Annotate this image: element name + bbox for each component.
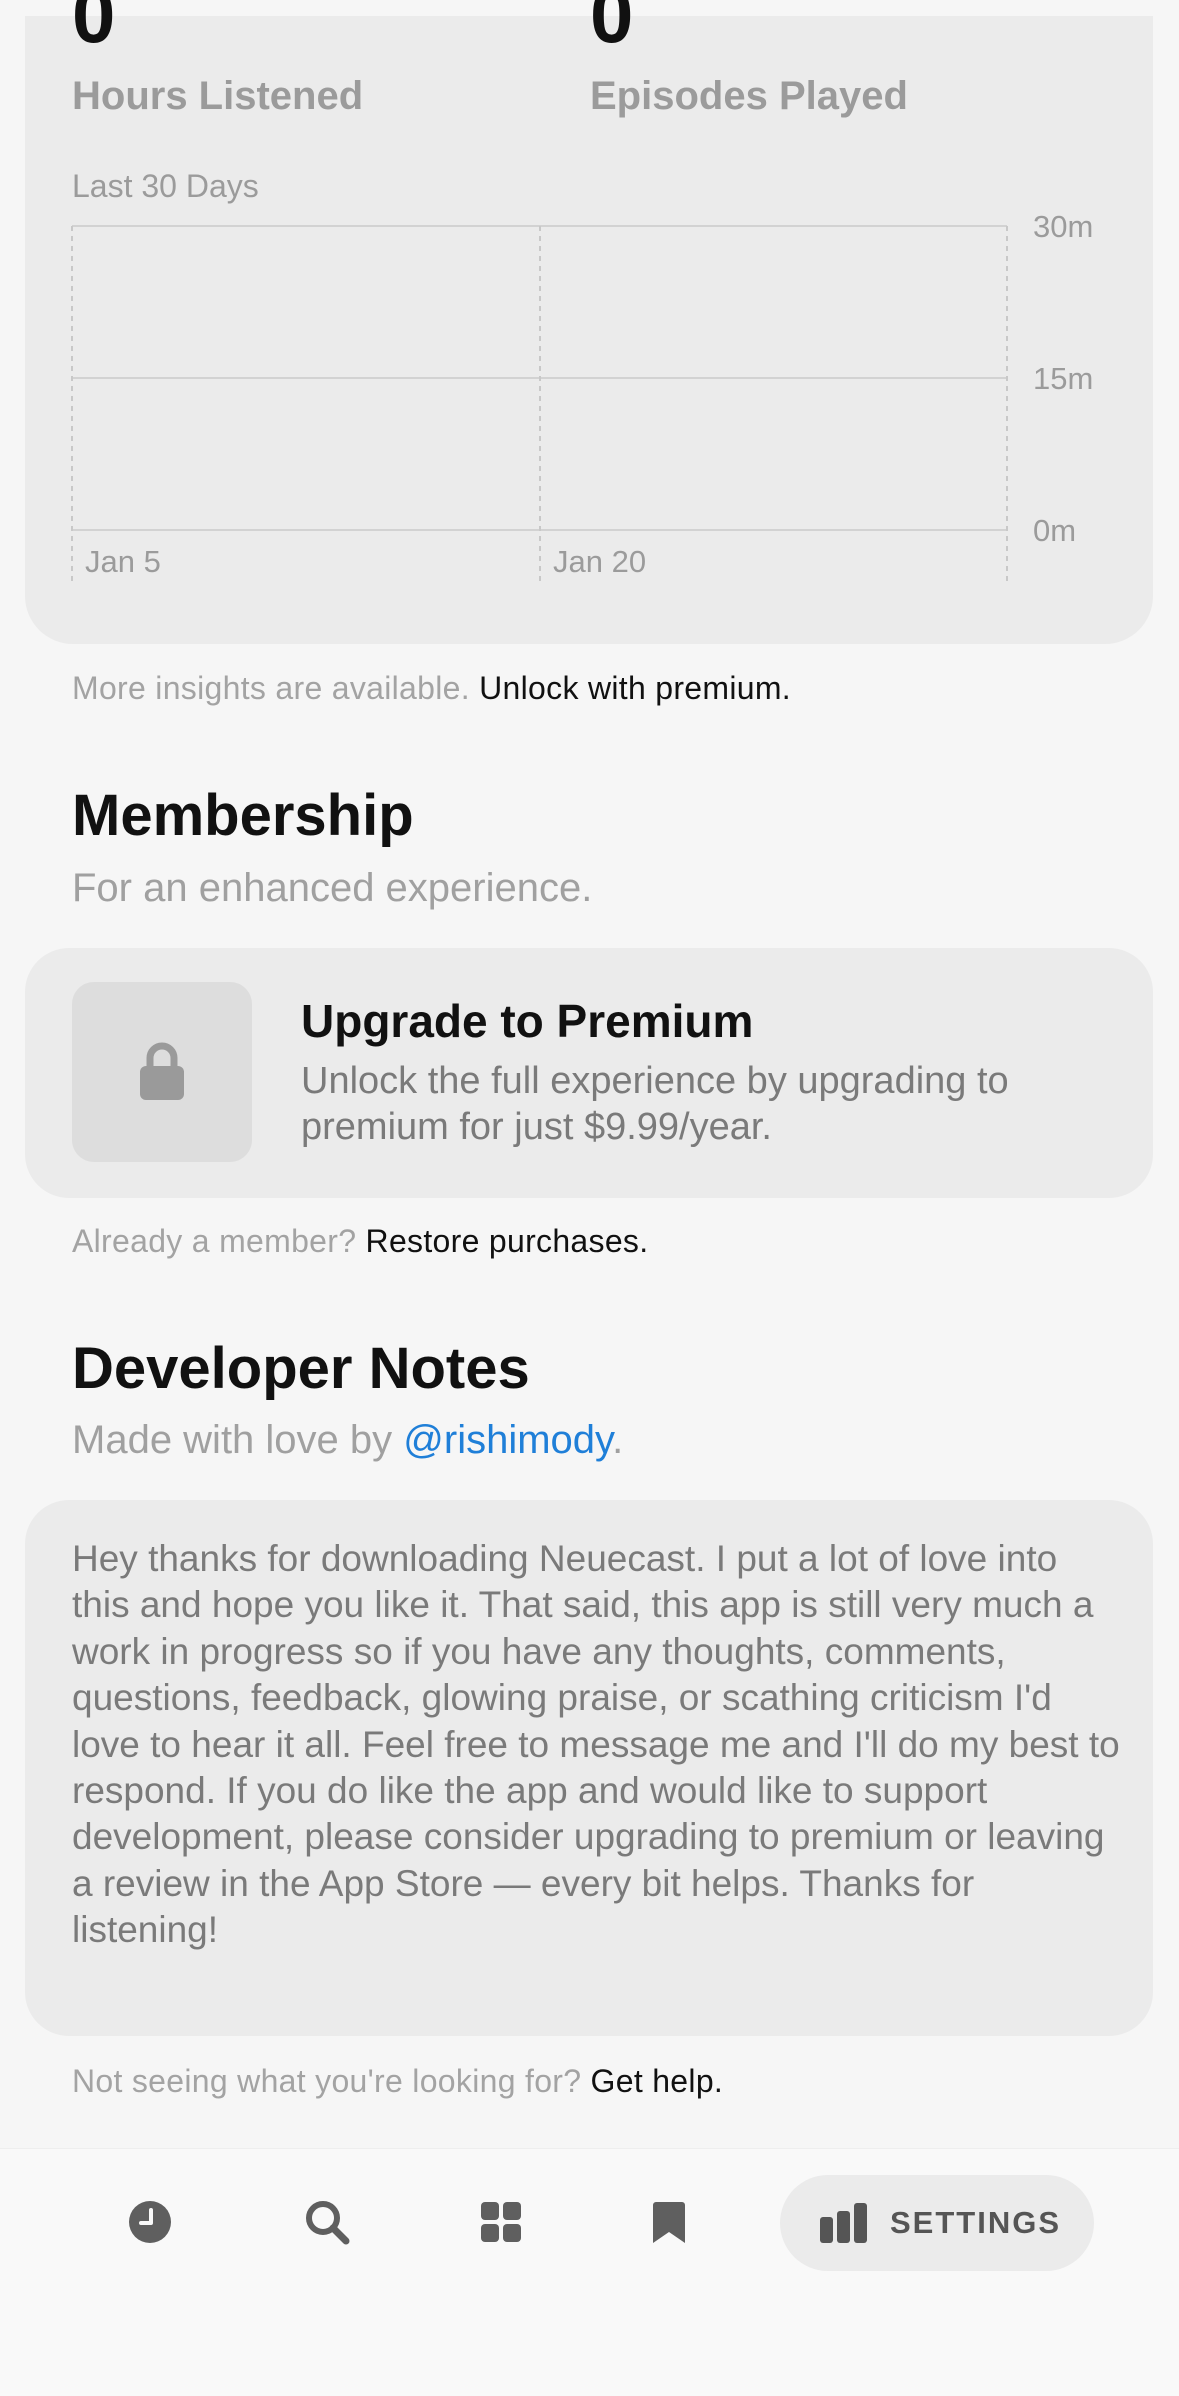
developer-notes-card: Hey thanks for downloading Neuecast. I p…: [25, 1500, 1153, 2036]
help-note: Not seeing what you're looking for? Get …: [72, 2063, 723, 2100]
x-tick-label: Jan 20: [553, 544, 646, 579]
membership-title: Membership: [72, 783, 414, 848]
restore-purchases-link[interactable]: Restore purchases.: [366, 1223, 649, 1259]
insights-note: More insights are available. Unlock with…: [72, 670, 791, 707]
upgrade-premium-description: Unlock the full experience by upgrading …: [301, 1060, 1009, 1148]
upgrade-premium-card[interactable]: Upgrade to Premium Unlock the full exper…: [25, 948, 1153, 1198]
lock-tile: [72, 982, 252, 1162]
lock-icon: [140, 1042, 184, 1100]
y-tick-label: 30m: [1033, 209, 1093, 244]
listening-stats-card: 0 Hours Listened 0 Episodes Played Last …: [25, 0, 1153, 644]
restore-note-text: Already a member?: [72, 1223, 357, 1259]
developer-notes-title: Developer Notes: [72, 1336, 530, 1401]
search-icon[interactable]: [302, 2197, 352, 2247]
restore-note: Already a member? Restore purchases.: [72, 1223, 648, 1260]
insights-note-text: More insights are available.: [72, 670, 470, 706]
tab-settings[interactable]: SETTINGS: [780, 2175, 1094, 2271]
settings-page: 0 Hours Listened 0 Episodes Played Last …: [0, 0, 1179, 2396]
tab-bar: SETTINGS: [0, 2148, 1179, 2396]
developer-notes-subtitle: Made with love by @rishimody.: [72, 1418, 623, 1463]
get-help-link[interactable]: Get help.: [591, 2063, 724, 2099]
listening-chart: 30m 15m 0m Jan 5 Jan 20: [71, 209, 1093, 582]
grid-icon[interactable]: [476, 2197, 526, 2247]
developer-notes-text: Hey thanks for downloading Neuecast. I p…: [72, 1538, 1120, 1951]
subtitle-prefix: Made with love by: [72, 1418, 393, 1462]
unlock-premium-link[interactable]: Unlock with premium.: [479, 670, 791, 706]
y-tick-label: 0m: [1033, 513, 1076, 548]
upgrade-premium-title: Upgrade to Premium: [301, 995, 754, 1047]
clock-icon[interactable]: [125, 2197, 175, 2247]
x-tick-label: Jan 5: [85, 544, 161, 579]
developer-handle-link[interactable]: @rishimody: [403, 1418, 612, 1462]
tab-settings-label: SETTINGS: [890, 2205, 1062, 2240]
help-note-text: Not seeing what you're looking for?: [72, 2063, 582, 2099]
subtitle-suffix: .: [612, 1418, 624, 1462]
bookmark-icon[interactable]: [644, 2197, 694, 2247]
y-tick-label: 15m: [1033, 361, 1093, 396]
membership-subtitle: For an enhanced experience.: [72, 866, 593, 910]
stats-icon: [820, 2203, 867, 2243]
